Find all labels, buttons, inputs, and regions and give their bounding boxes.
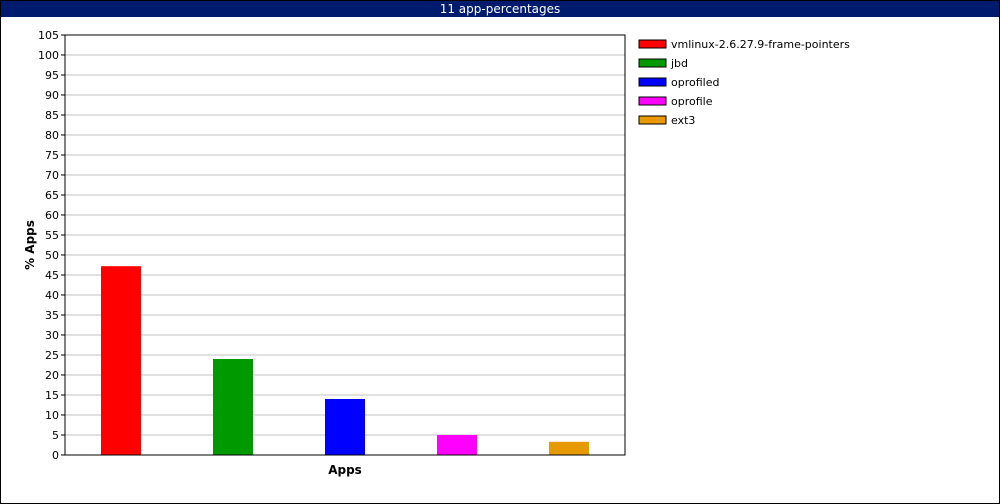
legend-label: jbd <box>670 57 688 70</box>
plot-area <box>64 34 626 456</box>
legend-swatch <box>638 96 667 106</box>
y-tick-label: 15 <box>45 389 59 402</box>
bar-oprofiled <box>325 399 365 455</box>
y-tick-label: 45 <box>45 269 59 282</box>
y-tick-label: 80 <box>45 129 59 142</box>
x-axis-label: Apps <box>328 463 362 477</box>
legend-swatch <box>638 58 667 68</box>
gridlines <box>65 34 625 436</box>
y-tick-label: 100 <box>38 49 59 62</box>
legend-label: vmlinux-2.6.27.9-frame-pointers <box>671 38 850 51</box>
legend-swatch <box>638 39 667 49</box>
y-tick-label: 5 <box>52 429 59 442</box>
y-tick-label: 50 <box>45 249 59 262</box>
y-tick-label: 35 <box>45 309 59 322</box>
y-tick-label: 55 <box>45 229 59 242</box>
y-tick-label: 30 <box>45 329 59 342</box>
y-tick-label: 105 <box>38 29 59 42</box>
y-tick-label: 65 <box>45 189 59 202</box>
legend-label: oprofile <box>671 95 713 108</box>
y-tick-label: 60 <box>45 209 59 222</box>
bar-vmlinux-2.6.27.9-frame-pointers <box>101 266 141 455</box>
y-tick-label: 85 <box>45 109 59 122</box>
y-axis-label: % Apps <box>23 220 37 270</box>
bar-oprofile <box>437 435 477 455</box>
legend-label: ext3 <box>671 114 695 127</box>
legend: vmlinux-2.6.27.9-frame-pointers jbd oprofi… <box>638 38 850 127</box>
legend-swatch <box>638 77 667 87</box>
y-tick-label: 0 <box>52 449 59 462</box>
y-tick-label: 70 <box>45 169 59 182</box>
legend-swatch <box>638 115 667 125</box>
y-tick-label: 25 <box>45 349 59 362</box>
bar-chart: 0 5 10 15 20 25 30 35 40 45 50 55 60 65 70 75 80 85 90 95 10… <box>23 29 850 477</box>
legend-label: oprofiled <box>671 76 719 89</box>
y-tick-label: 95 <box>45 69 59 82</box>
y-tick-label: 40 <box>45 289 59 302</box>
axes <box>61 34 626 456</box>
y-tick-label: 20 <box>45 369 59 382</box>
y-tick-label: 10 <box>45 409 59 422</box>
y-tick-labels: 0 5 10 15 20 25 30 35 40 45 50 55 60 65 70 75 80 85 90 95 10… <box>38 29 59 462</box>
y-tick-label: 90 <box>45 89 59 102</box>
bar-jbd <box>213 359 253 455</box>
y-tick-label: 75 <box>45 149 59 162</box>
bar-ext3 <box>549 441 589 455</box>
